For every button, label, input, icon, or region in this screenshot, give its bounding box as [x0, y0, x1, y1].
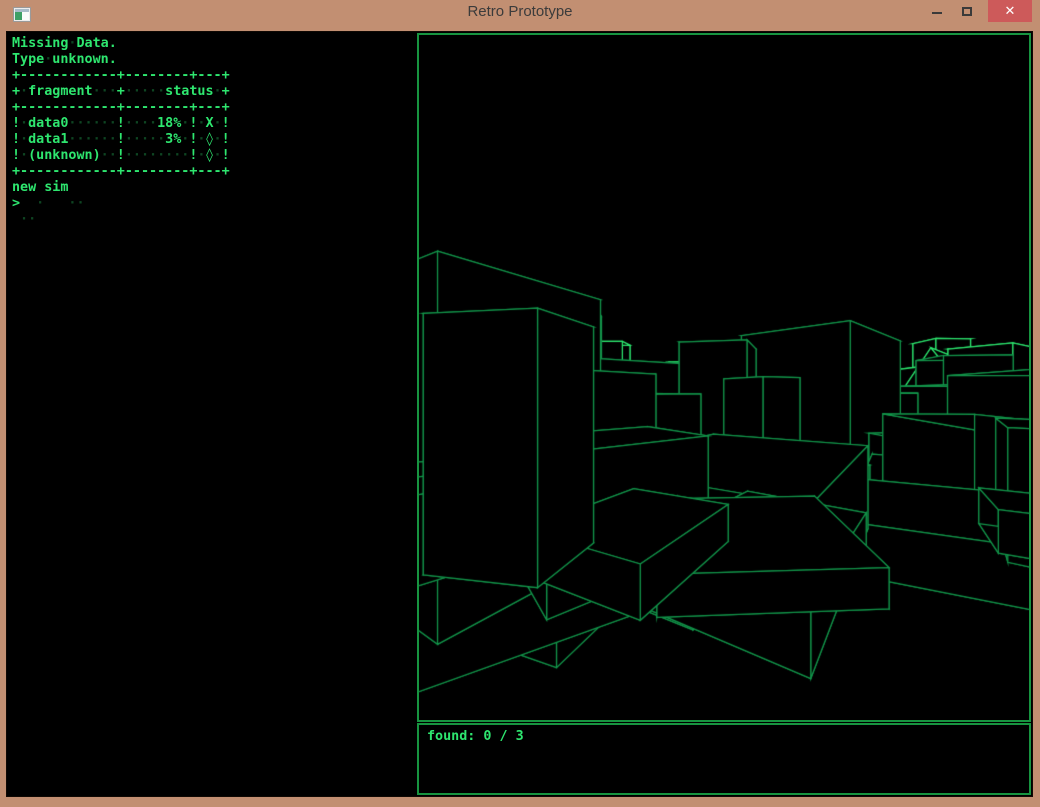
terminal-text: Missing Data. Type unknown. +-----------…	[12, 36, 230, 212]
app-window: Retro Prototype ✕ · · · ··· ····· ·	[0, 0, 1040, 807]
wireframe-canvas[interactable]	[419, 35, 1029, 720]
close-button[interactable]: ✕	[988, 0, 1032, 22]
maximize-button[interactable]	[952, 0, 982, 22]
titlebar[interactable]: Retro Prototype ✕	[0, 0, 1040, 31]
viewport-3d	[417, 33, 1031, 722]
minimize-button[interactable]	[922, 0, 952, 22]
window-controls: ✕	[922, 0, 1032, 22]
terminal-panel: · · · ··· ····· · · ······ ···· · · · · …	[12, 36, 412, 276]
minimize-icon	[932, 12, 942, 14]
close-icon: ✕	[1005, 4, 1016, 19]
maximize-icon	[962, 7, 972, 16]
found-panel: found: 0 / 3	[417, 723, 1031, 795]
found-counter: found: 0 / 3	[419, 725, 1029, 745]
new-sim-command[interactable]: new sim	[12, 180, 230, 196]
window-title: Retro Prototype	[0, 0, 1040, 23]
terminal-output: Missing Data. Type unknown. +-----------…	[12, 36, 230, 180]
command-prompt[interactable]: >	[12, 196, 230, 212]
client-area: · · · ··· ····· · · ······ ···· · · · · …	[6, 31, 1033, 797]
